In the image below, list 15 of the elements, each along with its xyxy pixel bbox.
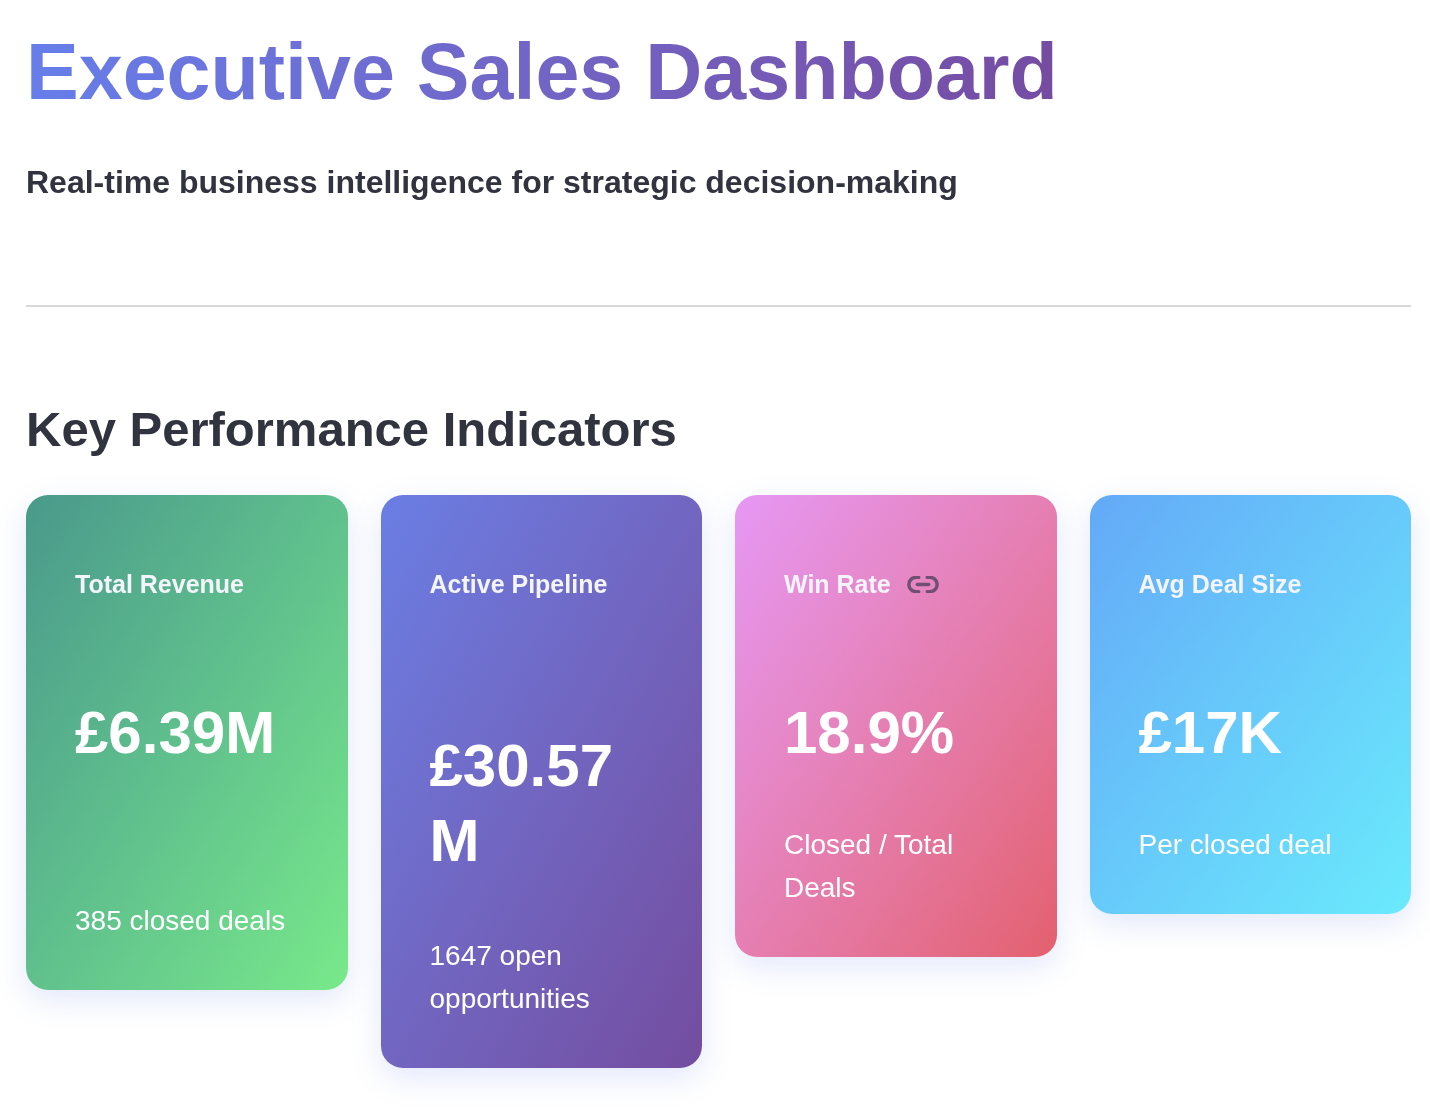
kpi-caption: 1647 open opportunities [429, 939, 591, 1016]
kpi-caption: Closed / Total Deals [784, 828, 955, 905]
kpi-label: Total Revenue [75, 569, 245, 600]
kpi-value: £6.39M [75, 698, 277, 768]
kpi-label: Avg Deal Size [1138, 569, 1302, 600]
kpi-label: Active Pipeline [429, 569, 608, 600]
kpi-caption: Per closed deal [1138, 828, 1333, 862]
kpi-caption: 385 closed deals [75, 904, 287, 938]
kpi-value: £30.57M [429, 731, 614, 876]
section-heading: Key Performance Indicators [26, 401, 678, 458]
link-icon[interactable] [906, 575, 939, 593]
kpi-value: £17K [1138, 698, 1283, 768]
kpi-label: Win Rate [784, 569, 891, 600]
kpi-value: 18.9% [784, 698, 956, 768]
page-subtitle: Real-time business intelligence for strategic decision-making [26, 163, 959, 202]
